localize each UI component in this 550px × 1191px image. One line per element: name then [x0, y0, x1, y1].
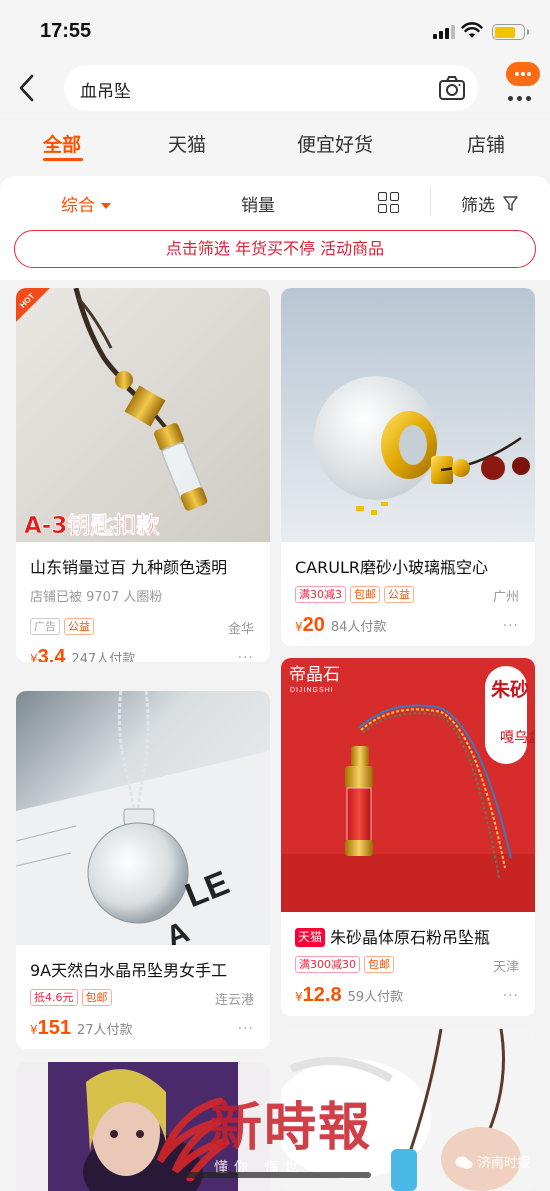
category-tabs: 全部 天猫 便宜好货 店铺	[0, 120, 550, 176]
sold-count: 27人付款	[77, 1023, 133, 1038]
discount-tag: 满30减3	[295, 586, 346, 603]
charity-tag: 公益	[64, 618, 94, 635]
product-title: 朱砂晶体原石粉吊坠瓶	[330, 928, 491, 947]
discount-tag: 满300减30	[295, 956, 360, 973]
tmall-badge: 天猫	[295, 928, 326, 947]
tag-row: 广告 公益	[30, 618, 98, 636]
status-time: 17:55	[40, 20, 92, 42]
wifi-icon	[461, 22, 483, 38]
image-caption: A-3钥匙扣款	[24, 512, 160, 539]
tag-row: 抵4.6元 包邮	[30, 989, 116, 1007]
tab-shops[interactable]: 店铺	[467, 130, 505, 157]
currency-symbol: ¥	[295, 990, 303, 1004]
free-shipping-tag: 包邮	[350, 586, 380, 603]
promo-banner: 点击筛选 年货买不停 活动商品	[0, 228, 550, 280]
sort-comprehensive-label: 综合	[61, 196, 95, 216]
back-arrow-icon[interactable]	[12, 68, 42, 108]
battery-icon	[492, 24, 529, 40]
brand-logo-en: DIJINGSHI	[290, 687, 334, 694]
watermark-title: 新時報	[210, 1097, 373, 1158]
filter-funnel-icon[interactable]	[503, 196, 518, 212]
search-query: 血吊坠	[80, 82, 131, 102]
product-title: 9A天然白水晶吊坠男女手工	[30, 961, 228, 980]
sold-count: 59人付款	[347, 990, 404, 1005]
more-options-icon[interactable]: ···	[503, 988, 519, 1004]
charity-tag: 公益	[384, 586, 414, 603]
promo-filter-button[interactable]: 点击筛选 年货买不停 活动商品	[14, 230, 536, 268]
more-menu-button[interactable]	[502, 62, 542, 102]
sort-sales[interactable]: 销量	[241, 191, 275, 216]
tab-tmall[interactable]: 天猫	[168, 130, 206, 157]
shop-fans: 店铺已被 9707 人圈粉	[30, 590, 163, 605]
brand-logo: 帝晶石	[289, 665, 340, 685]
tab-underline	[43, 158, 83, 161]
currency-symbol: ¥	[295, 620, 303, 634]
tab-all[interactable]: 全部	[43, 130, 81, 157]
product-card[interactable]: HOT A-3钥匙扣款 山东销量过百 九种颜色透明 店铺已被 9707 人圈粉 …	[16, 288, 270, 662]
price: 12.8	[302, 984, 342, 1006]
tag-row: 满300减30 包邮	[295, 956, 398, 974]
location: 天津	[492, 960, 519, 975]
price: 151	[37, 1017, 72, 1039]
tab-cheap-goods[interactable]: 便宜好货	[297, 130, 373, 157]
home-indicator	[181, 1172, 371, 1178]
sold-count: 84人付款	[330, 620, 387, 635]
product-image: HOT A-3钥匙扣款	[16, 288, 270, 542]
caret-down-icon	[101, 203, 111, 209]
product-card[interactable]: 帝晶石 DIJINGSHI 朱砂 嘎乌盒 天猫朱砂晶体原石粉吊坠瓶 满300减3…	[281, 658, 535, 1016]
more-options-icon[interactable]: ···	[238, 1021, 254, 1037]
product-title: CARULR磨砂小玻璃瓶空心	[295, 558, 488, 577]
product-card[interactable]: CARULR磨砂小玻璃瓶空心 满30减3 包邮 公益 广州 ¥20 84人付款 ···	[281, 288, 535, 646]
signal-icon	[433, 25, 455, 39]
ad-tag: 广告	[30, 618, 60, 635]
search-input[interactable]: 血吊坠	[64, 65, 478, 111]
filter-button[interactable]: 筛选	[461, 191, 495, 216]
divider	[430, 188, 431, 216]
currency-symbol: ¥	[30, 652, 38, 662]
tag-row: 满30减3 包邮 公益	[295, 586, 418, 604]
price-row: ¥3.4 247人付款	[30, 646, 135, 662]
price: 3.4	[37, 646, 66, 662]
wechat-icon	[455, 1156, 473, 1169]
free-shipping-tag: 包邮	[364, 956, 394, 973]
camera-icon[interactable]	[438, 75, 466, 101]
product-image: LE A	[16, 691, 270, 945]
sort-comprehensive[interactable]: 综合	[61, 191, 111, 216]
sort-bar: 综合 销量 筛选	[0, 176, 550, 228]
grid-view-icon[interactable]	[378, 192, 400, 214]
price-row: ¥151 27人付款	[30, 1017, 133, 1040]
search-header: 血吊坠	[0, 62, 550, 118]
more-dots-icon	[508, 86, 535, 105]
price: 20	[302, 614, 325, 636]
product-image	[281, 288, 535, 542]
more-options-icon[interactable]: ···	[503, 618, 519, 634]
location: 连云港	[214, 993, 254, 1008]
results-panel: 综合 销量 筛选 点击筛选 年货买不停 活动商品 HOT A-3钥匙扣款 山东销…	[0, 176, 550, 1191]
more-options-icon[interactable]: ···	[238, 650, 254, 662]
price-row: ¥12.8 59人付款	[295, 984, 403, 1007]
cinnabar-label: 朱砂	[491, 678, 529, 701]
price-row: ¥20 84人付款	[295, 614, 386, 637]
message-bubble-icon	[506, 62, 540, 86]
currency-symbol: ¥	[30, 1023, 38, 1037]
coupon-tag: 抵4.6元	[30, 989, 78, 1006]
product-title: 山东销量过百 九种颜色透明	[30, 558, 228, 577]
location: 广州	[492, 590, 519, 605]
gau-box-label: 嘎乌盒	[500, 729, 535, 746]
product-title-row: 天猫 朱砂晶体原石粉吊坠瓶	[295, 924, 525, 948]
location: 金华	[227, 622, 254, 637]
status-bar: 17:55	[0, 0, 550, 62]
product-card[interactable]: LE A 9A天然白水晶吊坠男女手工 抵4.6元 包邮 连云港 ¥151 27人付款…	[16, 691, 270, 1049]
sold-count: 247人付款	[71, 652, 136, 662]
account-watermark: 济南时报	[478, 1156, 531, 1171]
product-image: 帝晶石 DIJINGSHI 朱砂 嘎乌盒	[281, 658, 535, 912]
free-shipping-tag: 包邮	[81, 989, 112, 1006]
